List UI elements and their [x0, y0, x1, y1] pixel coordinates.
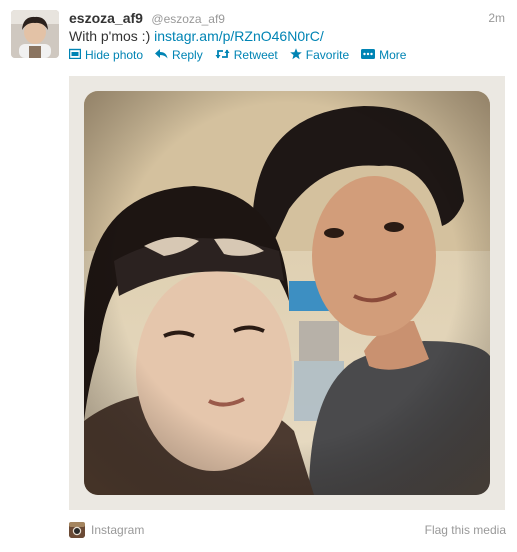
retweet-icon	[215, 48, 230, 62]
flag-media-link[interactable]: Flag this media	[425, 523, 506, 537]
tweet-actions: Hide photo Reply Retweet Favorite More	[68, 47, 418, 63]
photo-image	[84, 91, 490, 495]
user-fullname[interactable]: eszoza_af9	[69, 10, 143, 26]
favorite-label: Favorite	[305, 48, 350, 62]
star-icon	[289, 47, 302, 63]
media-frame	[69, 76, 505, 510]
tweet-header: eszoza_af9 @eszoza_af9 2m	[69, 10, 509, 28]
tweet-text-body: With p'mos :)	[69, 28, 155, 44]
instagram-attribution[interactable]: Instagram	[69, 522, 144, 538]
favorite-button[interactable]: Favorite	[289, 47, 350, 63]
photo-icon	[68, 48, 82, 62]
more-button[interactable]: More	[361, 48, 406, 62]
tweet-timestamp[interactable]: 2m	[488, 11, 505, 25]
user-screenname[interactable]: @eszoza_af9	[151, 12, 225, 26]
retweet-label: Retweet	[233, 48, 278, 62]
avatar[interactable]	[11, 10, 59, 58]
media-footer: Instagram Flag this media	[69, 520, 509, 540]
hide-photo-label: Hide photo	[85, 48, 144, 62]
reply-arrow-icon	[155, 48, 168, 62]
instagram-icon	[69, 522, 85, 538]
reply-label: Reply	[172, 48, 203, 62]
avatar-image	[11, 10, 59, 58]
instagram-photo[interactable]	[84, 91, 490, 495]
more-label: More	[379, 48, 407, 62]
more-dots-icon	[361, 48, 376, 62]
retweet-button[interactable]: Retweet	[215, 48, 278, 62]
hide-photo-button[interactable]: Hide photo	[68, 48, 144, 62]
reply-button[interactable]: Reply	[155, 48, 203, 62]
tweet: eszoza_af9 @eszoza_af9 2m With p'mos :) …	[0, 0, 517, 552]
instagram-link[interactable]: instagr.am/p/RZnO46N0rC/	[154, 28, 324, 44]
tweet-text: With p'mos :) instagr.am/p/RZnO46N0rC/	[69, 28, 324, 44]
instagram-label: Instagram	[91, 523, 145, 537]
